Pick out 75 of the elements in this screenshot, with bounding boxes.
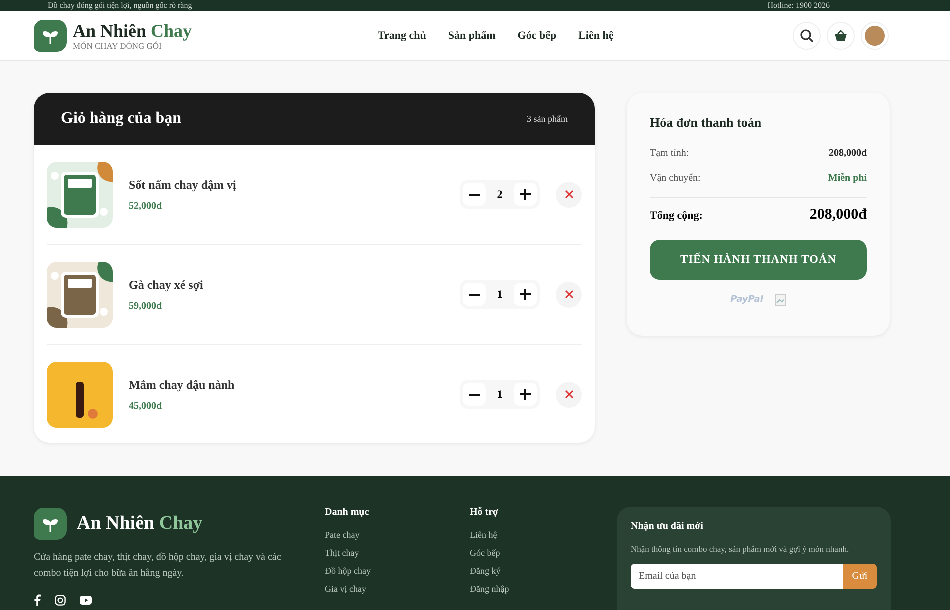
plus-icon <box>520 189 531 200</box>
checkout-button[interactable]: TIẾN HÀNH THANH TOÁN <box>650 240 867 280</box>
remove-button[interactable] <box>556 382 582 408</box>
product-price: 45,000đ <box>129 400 164 412</box>
sprout-logo-icon <box>34 19 67 52</box>
decrease-button[interactable] <box>463 383 486 406</box>
footer-link[interactable]: Gia vị chay <box>325 584 470 594</box>
footer-column-title: Hỗ trợ <box>470 507 500 518</box>
summary-title: Hóa đơn thanh toán <box>650 115 763 131</box>
footer-link[interactable]: Góc bếp <box>470 548 615 558</box>
minus-icon <box>469 394 480 396</box>
newsletter-text: Nhận thông tin combo chay, sản phẩm mới và gợi ý món nhanh. <box>631 544 850 554</box>
sprout-logo-icon <box>34 507 67 540</box>
footer-column-title: Danh mục <box>325 507 370 518</box>
quantity-value: 1 <box>496 388 504 400</box>
nav-link[interactable]: Góc bếp <box>518 30 557 42</box>
total-value: 208,000đ <box>810 207 867 224</box>
close-icon <box>564 190 574 199</box>
cart-title: Giỏ hàng của bạn <box>61 110 182 128</box>
email-field[interactable]: Email của bạn <box>631 564 843 589</box>
remove-button[interactable] <box>556 182 582 208</box>
close-icon <box>564 390 574 399</box>
footer-link[interactable]: Liên hệ <box>470 530 615 540</box>
minus-icon <box>469 294 480 296</box>
basket-icon <box>834 30 848 42</box>
product-price: 59,000đ <box>129 300 164 312</box>
product-name: Sốt nấm chay đậm vị <box>129 178 238 192</box>
quantity-value: 2 <box>496 188 504 200</box>
youtube-icon[interactable] <box>80 596 92 604</box>
newsletter-title: Nhận ưu đãi mới <box>631 521 704 532</box>
footer-link[interactable]: Đăng ký <box>470 566 615 576</box>
product-package-drawing <box>47 262 113 328</box>
instagram-icon[interactable] <box>55 594 66 606</box>
quantity-value: 1 <box>496 288 504 300</box>
product-price: 52,000đ <box>129 200 164 212</box>
broken-image-icon <box>775 294 786 306</box>
product-photo-placeholder <box>47 362 113 428</box>
product-package-drawing <box>47 162 113 228</box>
hotline-text: Hotline: 1900 2026 <box>768 0 830 10</box>
footer-brand-name: An Nhiên Chay <box>77 512 203 534</box>
increase-button[interactable] <box>514 283 537 306</box>
total-label: Tổng cộng: <box>650 210 703 222</box>
summary-label: Tạm tính: <box>650 148 690 159</box>
summary-label: Vận chuyển: <box>650 173 701 184</box>
plus-icon <box>520 289 531 300</box>
increase-button[interactable] <box>514 183 537 206</box>
footer-link[interactable]: Đăng nhập <box>470 584 615 594</box>
remove-button[interactable] <box>556 282 582 308</box>
brand-tagline: MÓN CHAY ĐÓNG GÓI <box>73 40 162 50</box>
increase-button[interactable] <box>514 383 537 406</box>
decrease-button[interactable] <box>463 183 486 206</box>
minus-icon <box>469 194 480 196</box>
plus-icon <box>520 389 531 400</box>
footer-description: Cửa hàng pate chay, thịt chay, đồ hộp chay, gia vị chay và các combo tiện lợi cho bữa ăn hằng ngày. <box>34 551 282 581</box>
top-bar-tagline: Đồ chay đóng gói tiện lợi, nguồn gốc rõ ràng <box>48 0 192 10</box>
footer-link[interactable]: Pate chay <box>325 530 470 540</box>
search-icon <box>800 28 814 42</box>
footer-link[interactable]: Thịt chay <box>325 548 470 558</box>
cart-button[interactable] <box>827 22 855 50</box>
nav-link[interactable]: Sản phẩm <box>448 30 496 42</box>
close-icon <box>564 290 574 299</box>
product-name: Gà chay xé sợi <box>129 278 204 292</box>
footer-link[interactable]: Đồ hộp chay <box>325 566 470 576</box>
nav-link[interactable]: Liên hệ <box>578 30 614 42</box>
cart-count: 3 sản phẩm <box>527 114 568 124</box>
brand-name: An Nhiên Chay <box>73 20 192 40</box>
paypal-logo: PayPal <box>730 295 764 305</box>
avatar-button[interactable] <box>861 22 889 50</box>
summary-value: Miễn phí <box>828 173 867 184</box>
nav-link[interactable]: Trang chủ <box>378 30 426 42</box>
product-name: Mắm chay đậu nành <box>129 378 236 392</box>
facebook-icon[interactable] <box>34 594 41 606</box>
search-button[interactable] <box>793 22 821 50</box>
summary-value: 208,000đ <box>828 148 867 159</box>
decrease-button[interactable] <box>463 283 486 306</box>
